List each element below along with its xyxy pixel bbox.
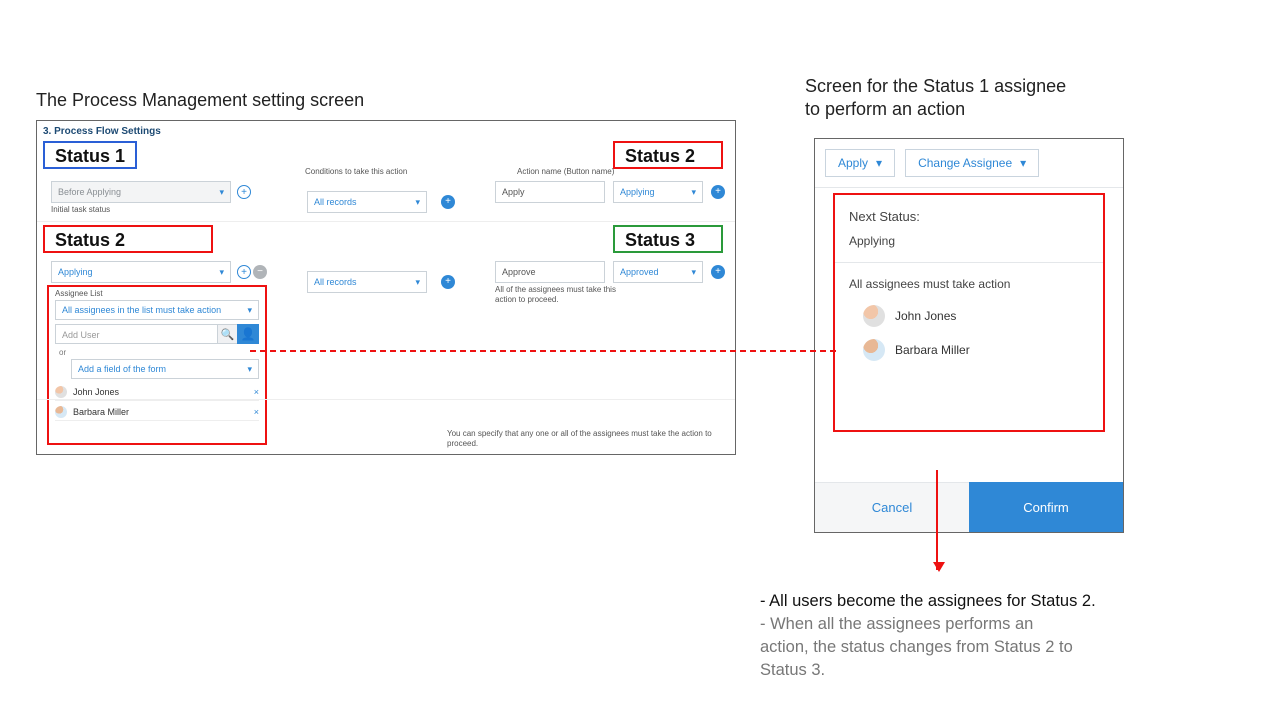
chevron-down-icon: ▾ [415, 197, 420, 208]
status-before-applying-label: Before Applying [58, 187, 121, 197]
assignee-user-name: John Jones [895, 309, 956, 323]
chevron-down-icon: ▾ [876, 156, 882, 170]
assignee-user-row: Barbara Miller × [55, 403, 259, 421]
row1-action-name-value: Apply [502, 187, 525, 197]
tag-status3: Status 3 [613, 225, 723, 253]
chevron-down-icon: ▾ [219, 187, 224, 198]
remove-status-button[interactable]: − [253, 265, 267, 279]
avatar-icon [55, 386, 67, 398]
row2-action-name-input[interactable]: Approve [495, 261, 605, 283]
settings-panel: 3. Process Flow Settings Conditions to t… [36, 120, 736, 455]
explanatory-notes: - All users become the assignees for Sta… [760, 590, 1220, 682]
row1-next-status[interactable]: Applying ▾ [613, 181, 703, 203]
avatar-icon [863, 305, 885, 327]
search-icon[interactable]: 🔍 [217, 324, 237, 344]
add-condition-button[interactable]: + [441, 195, 455, 209]
chevron-down-icon: ▾ [1020, 156, 1026, 170]
assignee-user: John Jones [863, 305, 1089, 327]
row2-next-status[interactable]: Approved ▾ [613, 261, 703, 283]
row2-condition-label: All records [314, 277, 357, 287]
chevron-down-icon: ▾ [219, 267, 224, 278]
chevron-down-icon: ▾ [247, 364, 252, 375]
person-picker-button[interactable]: 👤 [237, 324, 259, 344]
row2-action-name-value: Approve [502, 267, 536, 277]
row1-next-status-label: Applying [620, 187, 655, 197]
add-status-button-2[interactable]: + [237, 265, 251, 279]
row2-action-note: All of the assignees must take this acti… [495, 285, 625, 305]
action-panel: Apply ▾ Change Assignee ▾ Next Status: A… [814, 138, 1124, 533]
divider [835, 262, 1103, 263]
change-assignee-label: Change Assignee [918, 156, 1012, 170]
action-body: Next Status: Applying All assignees must… [833, 193, 1105, 432]
col-action-name: Action name (Button name) [517, 167, 614, 176]
apply-button-label: Apply [838, 156, 868, 170]
tag-status2b: Status 2 [43, 225, 213, 253]
chevron-down-icon: ▾ [691, 267, 696, 278]
status-before-applying[interactable]: Before Applying ▾ [51, 181, 231, 203]
assignee-user-name: Barbara Miller [73, 407, 129, 417]
row2-next-status-label: Approved [620, 267, 659, 277]
add-user-input[interactable]: Add User [55, 324, 217, 344]
assignee-rule-select[interactable]: All assignees in the list must take acti… [55, 300, 259, 320]
connector-dashed [250, 350, 836, 352]
caption-right: Screen for the Status 1 assignee to perf… [805, 75, 1145, 122]
assignee-list-label: Assignee List [55, 289, 265, 298]
connector-arrow-down [936, 470, 938, 570]
assignee-user-name: John Jones [73, 387, 119, 397]
assignee-user: Barbara Miller [863, 339, 1089, 361]
avatar-icon [55, 406, 67, 418]
col-conditions: Conditions to take this action [305, 167, 407, 176]
footer-hint: You can specify that any one or all of t… [447, 429, 727, 449]
next-status-label: Next Status: [849, 209, 1089, 224]
avatar-icon [863, 339, 885, 361]
add-status-button[interactable]: + [237, 185, 251, 199]
assignee-user-name: Barbara Miller [895, 343, 970, 357]
note-line: - All users become the assignees for Sta… [760, 590, 1220, 613]
remove-user-button[interactable]: × [254, 407, 259, 417]
change-assignee-button[interactable]: Change Assignee ▾ [905, 149, 1039, 177]
status-applying[interactable]: Applying ▾ [51, 261, 231, 283]
row1-action-name-input[interactable]: Apply [495, 181, 605, 203]
chevron-down-icon: ▾ [691, 187, 696, 198]
row1-condition[interactable]: All records ▾ [307, 191, 427, 213]
row1-condition-label: All records [314, 197, 357, 207]
cancel-button[interactable]: Cancel [815, 482, 969, 532]
chevron-down-icon: ▾ [415, 277, 420, 288]
next-status-value: Applying [849, 234, 1089, 248]
settings-header: 3. Process Flow Settings [43, 126, 161, 137]
add-action-button-2[interactable]: + [711, 265, 725, 279]
note-line: action, the status changes from Status 2… [760, 636, 1220, 659]
apply-button[interactable]: Apply ▾ [825, 149, 895, 177]
chevron-down-icon: ▾ [247, 305, 252, 316]
add-field-label: Add a field of the form [78, 364, 166, 374]
confirm-button[interactable]: Confirm [969, 482, 1123, 532]
assignee-list-box: Assignee List All assignees in the list … [47, 285, 267, 445]
note-line: Status 3. [760, 659, 1220, 682]
assignee-rule-text: All assignees must take action [849, 277, 1089, 291]
initial-task-status-label: Initial task status [51, 205, 110, 214]
tag-status2a: Status 2 [613, 141, 723, 169]
row2-condition[interactable]: All records ▾ [307, 271, 427, 293]
add-condition-button-2[interactable]: + [441, 275, 455, 289]
add-action-button[interactable]: + [711, 185, 725, 199]
caption-left: The Process Management setting screen [36, 90, 364, 111]
or-label: or [59, 348, 265, 357]
tag-status1: Status 1 [43, 141, 137, 169]
assignee-rule-label: All assignees in the list must take acti… [62, 305, 221, 315]
status-applying-label: Applying [58, 267, 93, 277]
note-line: - When all the assignees performs an [760, 613, 1220, 636]
add-field-select[interactable]: Add a field of the form ▾ [71, 359, 259, 379]
remove-user-button[interactable]: × [254, 387, 259, 397]
